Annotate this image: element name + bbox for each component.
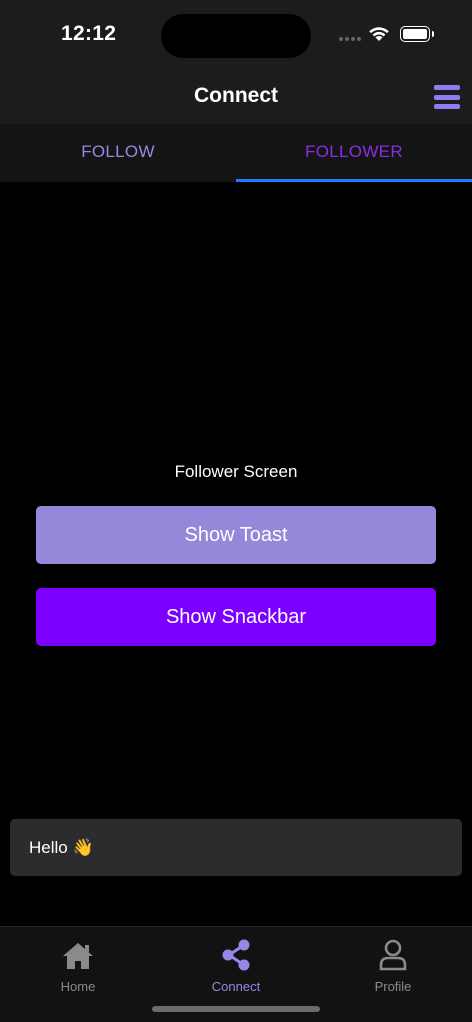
show-snackbar-button[interactable]: Show Snackbar [36, 588, 436, 646]
screen-label: Follower Screen [174, 462, 298, 481]
nav-item-profile[interactable]: Profile [333, 933, 453, 994]
nav-label-connect: Connect [211, 979, 261, 994]
app-header: Connect [0, 70, 472, 124]
status-time: 12:12 [61, 22, 117, 45]
page-title: Connect [194, 84, 278, 107]
cellular-signal-icon [339, 37, 361, 41]
nav-label-home: Home [60, 979, 96, 994]
toast-message: Hello 👋 [10, 819, 462, 876]
home-icon [63, 943, 93, 969]
wifi-icon [369, 27, 389, 41]
tab-indicator [236, 179, 472, 182]
battery-icon [400, 26, 434, 42]
tab-follower-label: FOLLOWER [305, 142, 403, 161]
tab-follow[interactable]: FOLLOW [0, 124, 236, 182]
home-indicator[interactable] [152, 1006, 320, 1012]
tab-follower[interactable]: FOLLOWER [236, 124, 472, 182]
person-icon [379, 939, 407, 971]
nav-label-profile: Profile [374, 979, 412, 994]
top-tabs: FOLLOW FOLLOWER [0, 124, 472, 182]
nav-item-connect[interactable]: Connect [176, 933, 296, 994]
show-toast-button[interactable]: Show Toast [36, 506, 436, 564]
status-bar: 12:12 [0, 0, 472, 70]
nav-item-home[interactable]: Home [18, 933, 138, 994]
share-icon [222, 939, 250, 971]
hamburger-menu-icon[interactable] [434, 85, 460, 109]
dynamic-island [161, 14, 311, 58]
toast-text: Hello 👋 [29, 837, 94, 857]
